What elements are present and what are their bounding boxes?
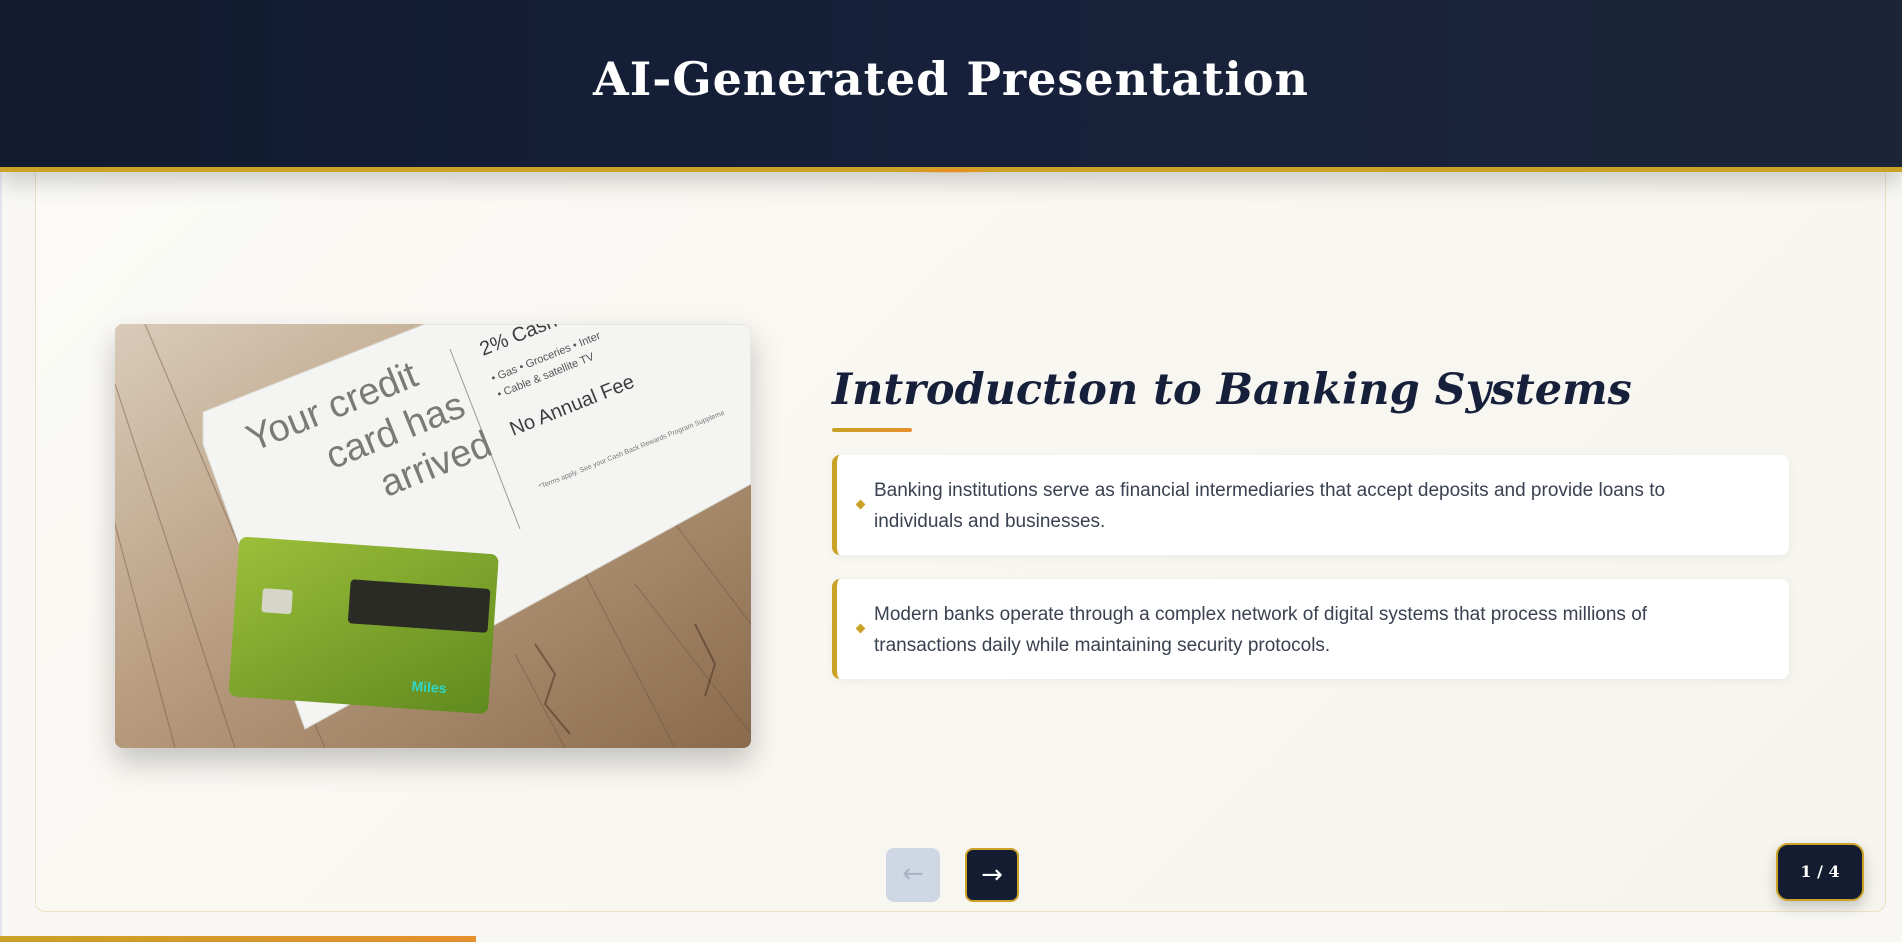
next-slide-button[interactable]: → (965, 848, 1019, 902)
green-credit-card: Miles (228, 536, 499, 714)
credit-card-photo: Your credit card has arrived 2% Cash • G… (115, 324, 751, 748)
bullet-card: Banking institutions serve as financial … (832, 455, 1789, 555)
card-brand: Miles (411, 678, 447, 696)
diamond-bullet-icon (855, 623, 866, 634)
bullet-text: Modern banks operate through a complex n… (874, 604, 1648, 656)
slide-counter-badge: 1 / 4 (1776, 843, 1864, 901)
diamond-bullet-icon (855, 499, 866, 510)
bullet-card: Modern banks operate through a complex n… (832, 579, 1789, 679)
progress-bar (0, 936, 1902, 942)
presentation-title: AI-Generated Presentation (593, 52, 1309, 106)
bullet-text: Banking institutions serve as financial … (874, 480, 1666, 532)
slide-image: Your credit card has arrived 2% Cash • G… (115, 324, 751, 748)
title-underline (832, 428, 912, 432)
header-accent-glow (900, 168, 1000, 173)
progress-fill (0, 936, 476, 942)
card-chip-icon (261, 588, 293, 615)
presentation-header: AI-Generated Presentation (0, 0, 1902, 173)
left-edge-line (0, 172, 2, 942)
previous-slide-button[interactable]: ← (886, 848, 940, 902)
slide-title: Introduction to Banking Systems (832, 365, 1632, 415)
